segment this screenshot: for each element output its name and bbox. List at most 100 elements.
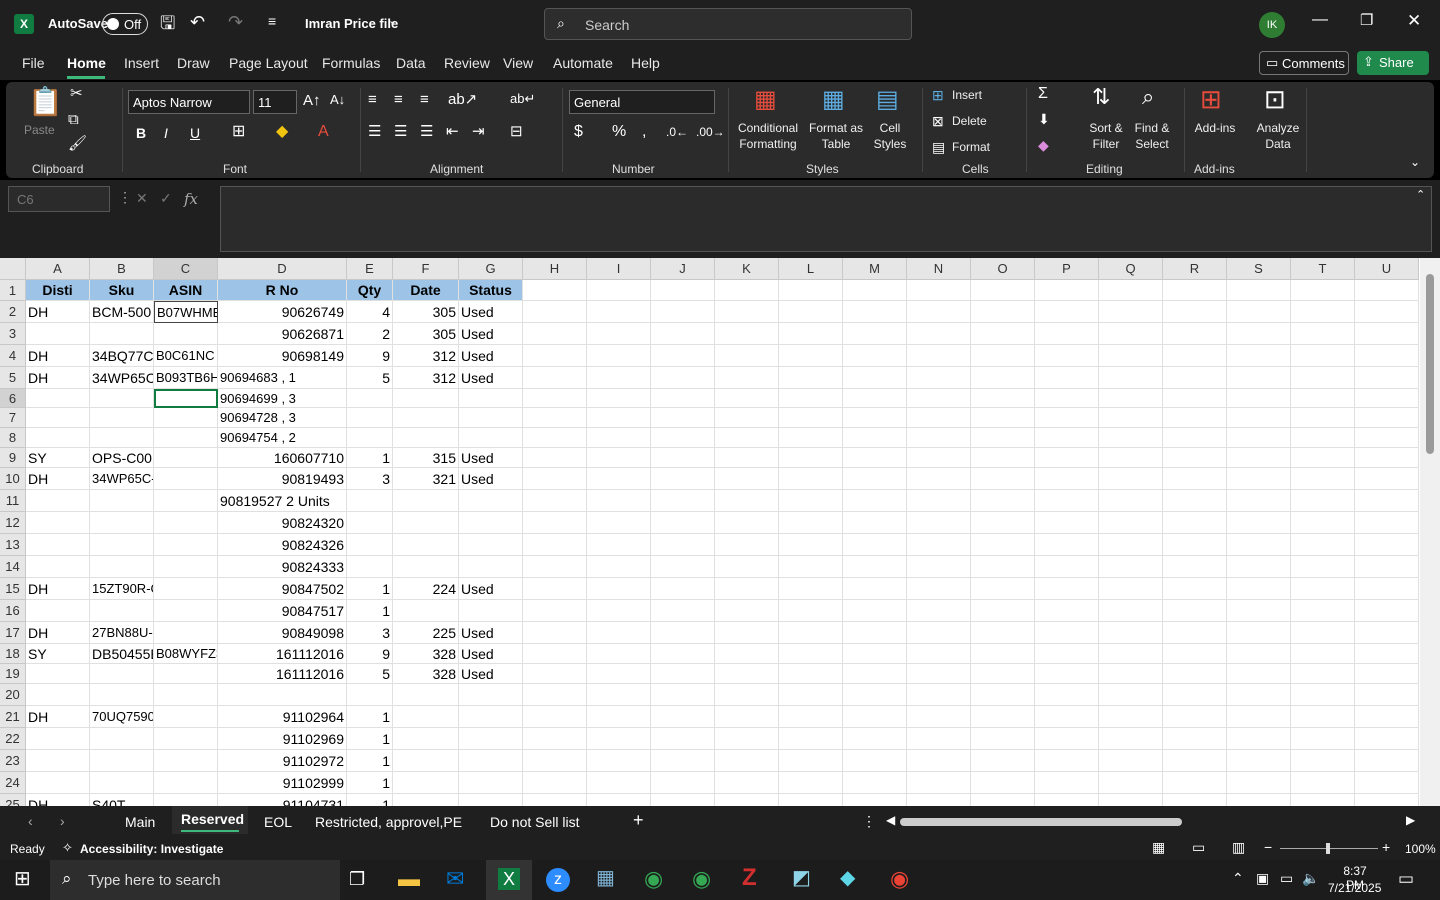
grid-cell[interactable]	[1291, 556, 1355, 578]
grid-cell[interactable]	[1355, 644, 1419, 664]
grid-cell[interactable]: 90824320	[218, 512, 347, 534]
grid-cell[interactable]	[1099, 684, 1163, 706]
grid-cell[interactable]	[90, 490, 154, 512]
grid-cell[interactable]	[523, 345, 587, 367]
grid-cell[interactable]	[971, 512, 1035, 534]
grid-cell[interactable]	[1035, 664, 1099, 684]
autosum-icon[interactable]: Σ	[1038, 86, 1048, 102]
grid-cell[interactable]	[1163, 323, 1227, 345]
grid-cell[interactable]	[715, 468, 779, 490]
grid-cell[interactable]	[1291, 323, 1355, 345]
grid-cell[interactable]	[26, 556, 90, 578]
find-select-label-1[interactable]: Find &	[1130, 120, 1174, 136]
grid-cell[interactable]	[651, 367, 715, 389]
grid-cell[interactable]	[1035, 750, 1099, 772]
grid-cell[interactable]	[971, 301, 1035, 323]
grid-cell[interactable]	[523, 578, 587, 600]
row-header[interactable]: 8	[0, 428, 26, 448]
grid-cell[interactable]	[1227, 301, 1291, 323]
grid-cell[interactable]	[1099, 468, 1163, 490]
grid-cell[interactable]	[1163, 556, 1227, 578]
grid-cell[interactable]	[907, 428, 971, 448]
grid-cell[interactable]: 1	[347, 750, 393, 772]
row-header[interactable]: 25	[0, 794, 26, 806]
format-cells-label[interactable]: Format	[952, 139, 990, 155]
grid-cell[interactable]	[1291, 345, 1355, 367]
grid-cell[interactable]	[587, 468, 651, 490]
grid-cell[interactable]	[651, 468, 715, 490]
grid-cell[interactable]	[843, 534, 907, 556]
column-header[interactable]: O	[971, 258, 1035, 280]
grid-cell[interactable]	[843, 794, 907, 806]
grid-cell[interactable]	[1355, 408, 1419, 428]
decrease-font-icon[interactable]: A↓	[330, 93, 345, 106]
grid-cell[interactable]	[393, 706, 459, 728]
align-bottom-icon[interactable]: ≡	[420, 92, 429, 107]
grid-cell[interactable]	[971, 644, 1035, 664]
grid-cell[interactable]	[1355, 389, 1419, 408]
scroll-right-arrow-icon[interactable]: ▶	[1406, 814, 1415, 826]
grid-cell[interactable]	[971, 428, 1035, 448]
chevron-down-icon[interactable]: ⌄	[388, 16, 397, 27]
merge-center-icon[interactable]: ⊟	[510, 124, 523, 139]
save-icon[interactable]: 🖫	[160, 14, 175, 32]
grid-cell[interactable]	[587, 794, 651, 806]
file-title[interactable]: Imran Price file	[305, 16, 398, 31]
grid-cell[interactable]	[154, 556, 218, 578]
row-header[interactable]: 24	[0, 772, 26, 794]
grid-cell[interactable]: 90819493	[218, 468, 347, 490]
grid-cell[interactable]	[971, 706, 1035, 728]
grid-cell[interactable]	[1355, 490, 1419, 512]
grid-cell[interactable]	[971, 389, 1035, 408]
grid-cell[interactable]	[651, 301, 715, 323]
grid-cell[interactable]	[779, 428, 843, 448]
grid-cell[interactable]: 161112016	[218, 664, 347, 684]
grid-cell[interactable]	[1099, 706, 1163, 728]
grid-cell[interactable]	[26, 323, 90, 345]
header-cell[interactable]: Disti	[26, 280, 90, 301]
grid-cell[interactable]	[90, 664, 154, 684]
grid-cell[interactable]	[523, 664, 587, 684]
grid-cell[interactable]: 224	[393, 578, 459, 600]
grid-cell[interactable]	[1227, 367, 1291, 389]
grid-cell[interactable]	[1291, 578, 1355, 600]
grid-cell[interactable]	[26, 772, 90, 794]
grid-cell[interactable]	[90, 323, 154, 345]
sort-filter-label-2[interactable]: Filter	[1086, 136, 1126, 152]
grid-cell[interactable]	[779, 578, 843, 600]
grid-cell[interactable]: 90626871	[218, 323, 347, 345]
grid-cell[interactable]: 91102964	[218, 706, 347, 728]
grid-cell[interactable]	[26, 684, 90, 706]
grid-cell[interactable]	[1163, 728, 1227, 750]
grid-cell[interactable]: 312	[393, 367, 459, 389]
grid-cell[interactable]	[393, 728, 459, 750]
grid-cell[interactable]	[715, 684, 779, 706]
grid-cell[interactable]	[1163, 578, 1227, 600]
grid-cell[interactable]	[1291, 684, 1355, 706]
grid-cell[interactable]	[523, 468, 587, 490]
grid-cell[interactable]	[843, 448, 907, 468]
grid-cell[interactable]: 321	[393, 468, 459, 490]
grid-cell[interactable]	[779, 408, 843, 428]
grid-cell[interactable]	[154, 468, 218, 490]
grid-cell[interactable]	[1291, 512, 1355, 534]
tab-help[interactable]: Help	[631, 55, 660, 71]
header-cell[interactable]: R No	[218, 280, 347, 301]
grid-cell[interactable]	[971, 794, 1035, 806]
grid-cell[interactable]	[1227, 728, 1291, 750]
grid-cell[interactable]	[1291, 622, 1355, 644]
grid-cell[interactable]	[843, 490, 907, 512]
grid-cell[interactable]	[843, 664, 907, 684]
grid-cell[interactable]	[154, 728, 218, 750]
grid-cell[interactable]	[1163, 367, 1227, 389]
grid-cell[interactable]	[715, 794, 779, 806]
zoom-thumb[interactable]	[1326, 843, 1330, 854]
grid-cell[interactable]	[1291, 728, 1355, 750]
grid-cell[interactable]	[26, 728, 90, 750]
customize-qat-icon[interactable]: ≡	[268, 14, 276, 28]
grid-cell[interactable]	[1163, 644, 1227, 664]
grid-cell[interactable]	[459, 512, 523, 534]
grid-cell[interactable]	[26, 408, 90, 428]
column-header[interactable]: H	[523, 258, 587, 280]
grid-cell[interactable]	[90, 772, 154, 794]
